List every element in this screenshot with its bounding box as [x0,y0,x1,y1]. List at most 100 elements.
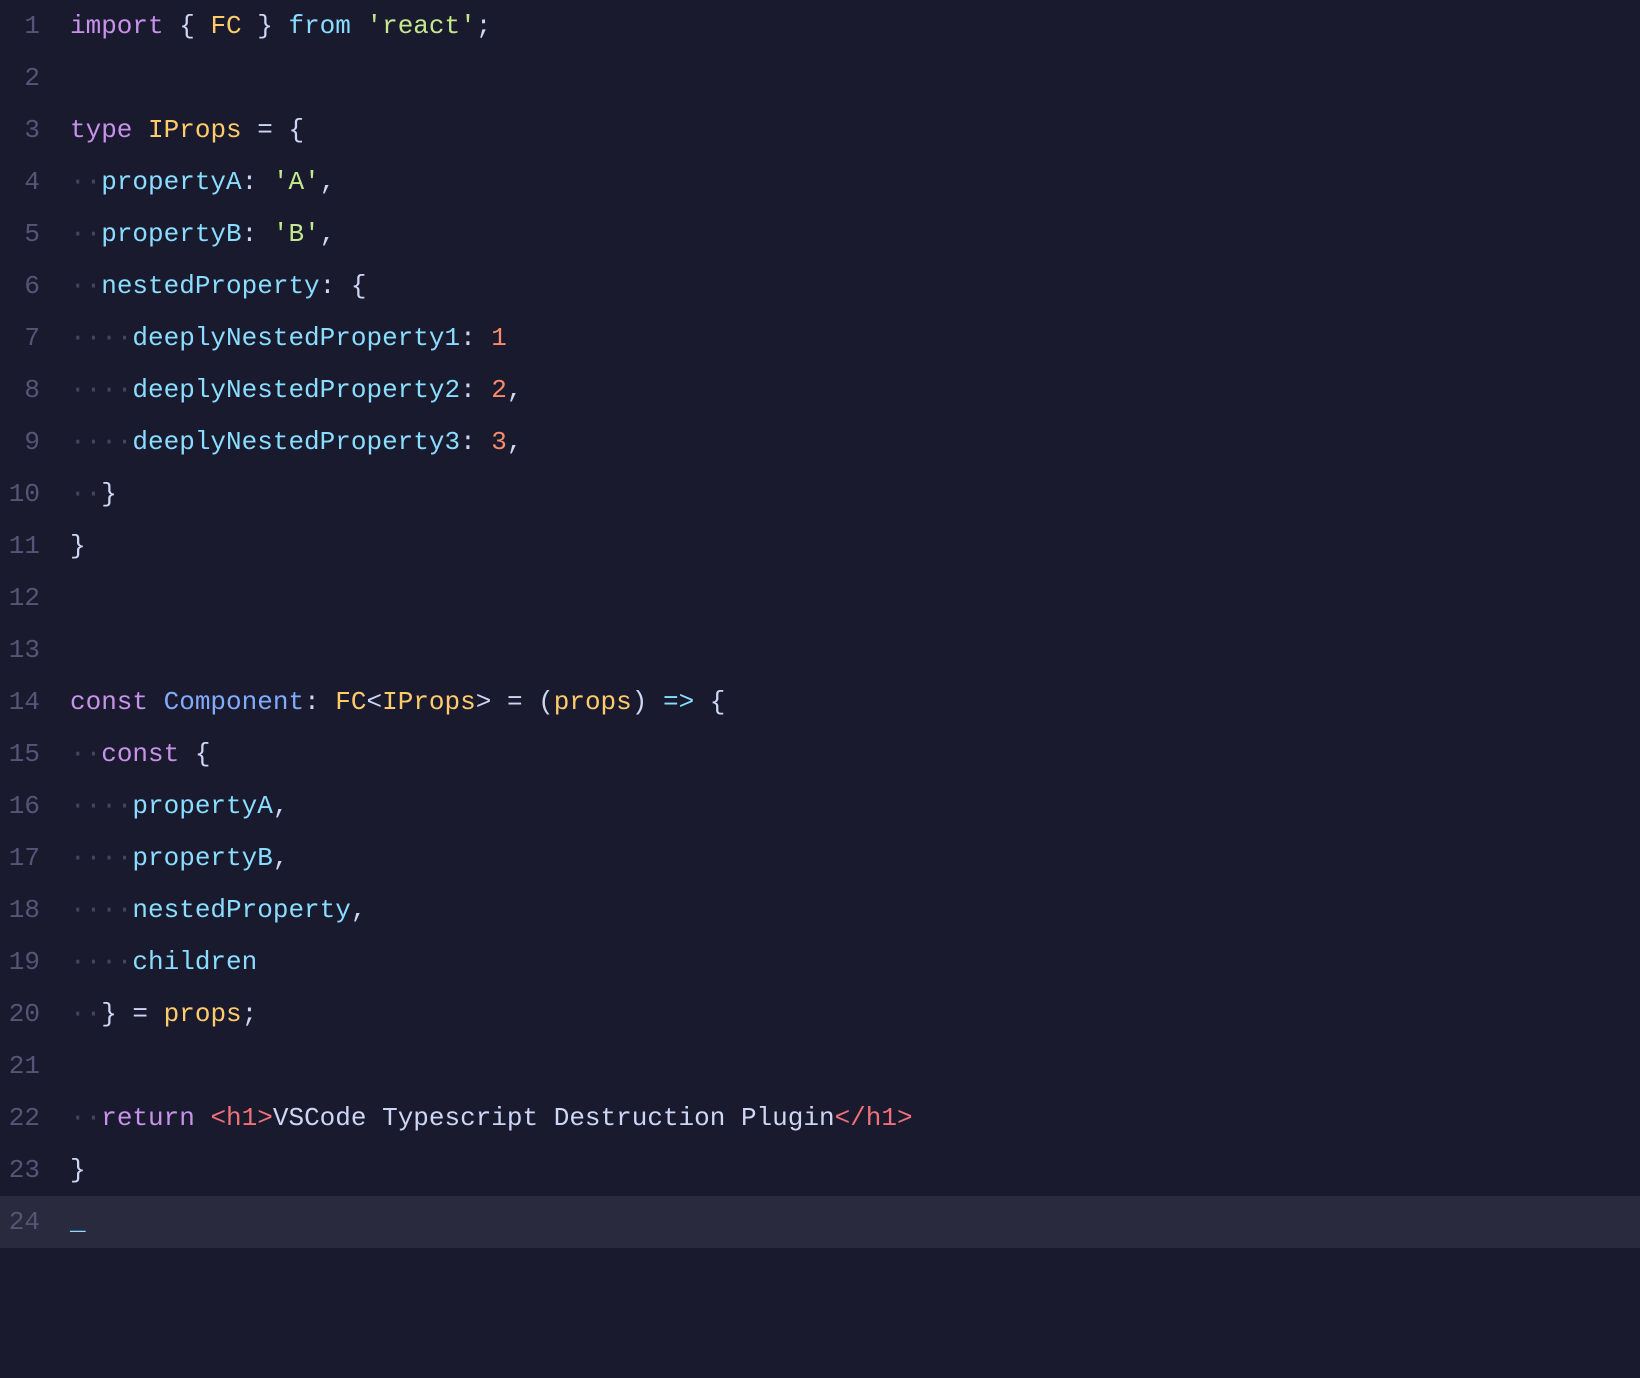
token-cursor: _ [70,1196,86,1248]
token-dot-indent: ·· [70,739,101,769]
token-punct: ; [242,999,258,1029]
token-punct: : [460,427,491,457]
token-dot-indent: ·· [70,999,101,1029]
token-prop-name: children [132,947,257,977]
token-punct: > = ( [476,687,554,717]
code-line: 17····propertyB, [0,832,1640,884]
token-prop-name: deeplyNestedProperty2 [132,375,460,405]
token-dot-indent: ·· [70,1103,101,1133]
code-line: 6··nestedProperty: { [0,260,1640,312]
token-prop-name: propertyB [101,219,241,249]
code-line: 23} [0,1144,1640,1196]
code-line: 8····deeplyNestedProperty2: 2, [0,364,1640,416]
token-punct: } [101,479,117,509]
token-props-param: props [554,687,632,717]
token-html-tag: <h1> [210,1103,272,1133]
line-content: ····deeplyNestedProperty3: 3, [60,416,1640,468]
line-content: } [60,520,1640,572]
line-number: 20 [0,988,60,1040]
code-line: 9····deeplyNestedProperty3: 3, [0,416,1640,468]
token-punct: : { [320,271,367,301]
token-dot-indent: ···· [70,947,132,977]
token-dot-indent: ···· [70,791,132,821]
token-kw-const: const [70,687,148,717]
token-punct: : [242,167,273,197]
line-content: ··nestedProperty: { [60,260,1640,312]
token-dot-indent: ···· [70,323,132,353]
code-line: 11} [0,520,1640,572]
token-string: 'react' [367,11,476,41]
code-line: 4··propertyA: 'A', [0,156,1640,208]
code-line: 22··return <h1>VSCode Typescript Destruc… [0,1092,1640,1144]
line-number: 24 [0,1196,60,1248]
token-punct: { [179,739,210,769]
token-dot-indent: ·· [70,167,101,197]
token-prop-name: nestedProperty [132,895,350,925]
code-line: 10 ··} [0,468,1640,520]
line-content: import { FC } from 'react'; [60,0,1640,52]
token-prop-name: nestedProperty [101,271,319,301]
line-number: 15 [0,728,60,780]
code-line: 13 [0,624,1640,676]
code-line: 19····children [0,936,1640,988]
token-html-tag: </h1> [835,1103,913,1133]
code-lines: 1import { FC } from 'react'; 2 3type IProp… [0,0,1640,1248]
token-dot-indent: ·· [70,479,101,509]
code-line: 12 [0,572,1640,624]
code-line: 20··} = props; [0,988,1640,1040]
line-content: ····deeplyNestedProperty1: 1 [60,312,1640,364]
code-line: 3type IProps = { [0,104,1640,156]
line-content: ····children [60,936,1640,988]
line-content: ··const { [60,728,1640,780]
line-content: ····propertyA, [60,780,1640,832]
token-type-name: FC [335,687,366,717]
token-punct: , [320,167,336,197]
code-line: 16····propertyA, [0,780,1640,832]
token-plain [242,115,258,145]
line-number: 7 [0,312,60,364]
token-punct: { [164,11,211,41]
token-punct: ) [632,687,663,717]
token-punct: , [273,791,289,821]
token-plain [132,115,148,145]
token-plain [195,1103,211,1133]
line-number: 14 [0,676,60,728]
line-number: 17 [0,832,60,884]
line-content: const Component: FC<IProps> = (props) =>… [60,676,1640,728]
line-number: 12 [0,572,60,624]
line-number: 11 [0,520,60,572]
line-number: 22 [0,1092,60,1144]
line-content: } [60,1144,1640,1196]
code-editor[interactable]: 1import { FC } from 'react'; 2 3type IProp… [0,0,1640,1378]
token-punct: : [460,323,491,353]
line-number: 23 [0,1144,60,1196]
line-content: ··return <h1>VSCode Typescript Destructi… [60,1092,1640,1144]
code-line: 5··propertyB: 'B', [0,208,1640,260]
token-punct [351,11,367,41]
token-dot-indent: ···· [70,895,132,925]
token-type-name: FC [210,11,241,41]
token-kw-return: return [101,1103,195,1133]
token-dot-indent: ·· [70,271,101,301]
line-number: 1 [0,0,60,52]
token-punct: } [70,1155,86,1185]
token-identifier: Component [164,687,304,717]
token-punct: } = [101,999,163,1029]
token-dot-indent: ·· [70,219,101,249]
token-punct: } [242,11,289,41]
token-plain [148,687,164,717]
line-number: 16 [0,780,60,832]
token-punct: : [460,375,491,405]
token-prop-name: propertyB [132,843,272,873]
token-kw-type: type [70,115,132,145]
token-punct: , [507,427,523,457]
code-line: 14const Component: FC<IProps> = (props) … [0,676,1640,728]
token-punct: , [507,375,523,405]
line-number: 10 [0,468,60,520]
line-number: 8 [0,364,60,416]
token-kw-const: const [101,739,179,769]
token-html-text: VSCode Typescript Destruction Plugin [273,1103,835,1133]
line-number: 13 [0,624,60,676]
token-number: 2 [491,375,507,405]
token-dot-indent: ···· [70,427,132,457]
